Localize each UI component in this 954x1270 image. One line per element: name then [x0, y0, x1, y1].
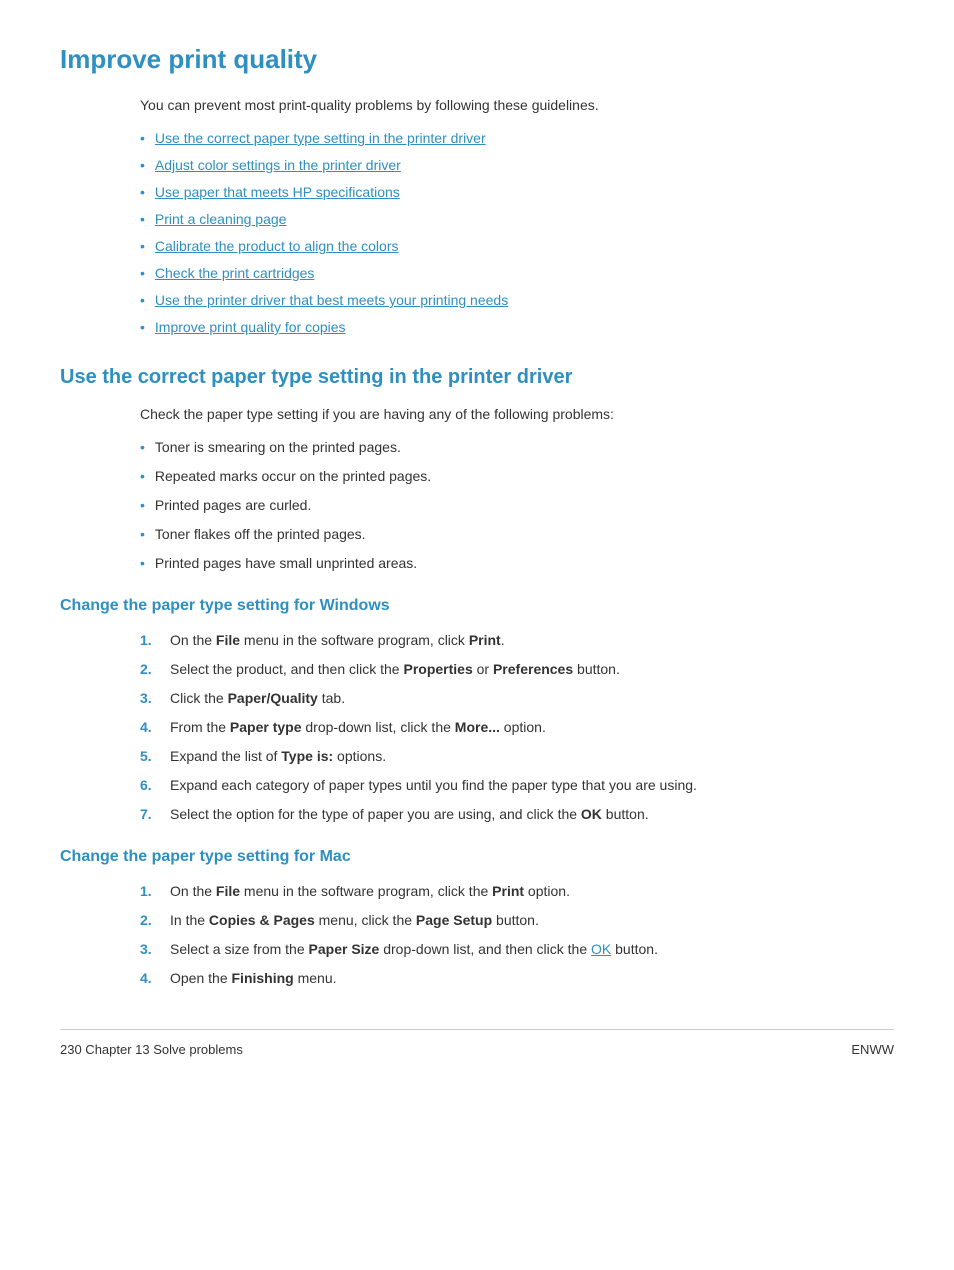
toc-item[interactable]: Use the printer driver that best meets y…: [140, 290, 894, 311]
step-item: 1. On the File menu in the software prog…: [140, 881, 894, 902]
problem-item: Printed pages are curled.: [140, 495, 894, 516]
step-item: 2. In the Copies & Pages menu, click the…: [140, 910, 894, 931]
footer-right: ENWW: [851, 1040, 894, 1060]
problem-item: Toner is smearing on the printed pages.: [140, 437, 894, 458]
toc-link-2[interactable]: Adjust color settings in the printer dri…: [155, 155, 401, 176]
problem-item: Repeated marks occur on the printed page…: [140, 466, 894, 487]
footer-left: 230 Chapter 13 Solve problems: [60, 1040, 243, 1060]
problems-list: Toner is smearing on the printed pages. …: [140, 437, 894, 574]
toc-item[interactable]: Adjust color settings in the printer dri…: [140, 155, 894, 176]
step-item: 3. Click the Paper/Quality tab.: [140, 688, 894, 709]
toc-link-5[interactable]: Calibrate the product to align the color…: [155, 236, 399, 257]
windows-steps: 1. On the File menu in the software prog…: [140, 630, 894, 825]
problem-item: Toner flakes off the printed pages.: [140, 524, 894, 545]
toc-link-3[interactable]: Use paper that meets HP specifications: [155, 182, 400, 203]
toc-link-6[interactable]: Check the print cartridges: [155, 263, 315, 284]
section1-title: Use the correct paper type setting in th…: [60, 362, 894, 392]
page-footer: 230 Chapter 13 Solve problems ENWW: [60, 1029, 894, 1060]
intro-text: You can prevent most print-quality probl…: [140, 95, 894, 116]
step-item: 5. Expand the list of Type is: options.: [140, 746, 894, 767]
toc-link-8[interactable]: Improve print quality for copies: [155, 317, 346, 338]
section1-intro: Check the paper type setting if you are …: [140, 404, 894, 425]
toc-link-1[interactable]: Use the correct paper type setting in th…: [155, 128, 486, 149]
step-item: 4. From the Paper type drop-down list, c…: [140, 717, 894, 738]
step-item: 4. Open the Finishing menu.: [140, 968, 894, 989]
subsection-mac-title: Change the paper type setting for Mac: [60, 845, 894, 869]
toc-item[interactable]: Check the print cartridges: [140, 263, 894, 284]
problem-item: Printed pages have small unprinted areas…: [140, 553, 894, 574]
toc-link-7[interactable]: Use the printer driver that best meets y…: [155, 290, 508, 311]
toc-item[interactable]: Improve print quality for copies: [140, 317, 894, 338]
step-item: 7. Select the option for the type of pap…: [140, 804, 894, 825]
toc-item[interactable]: Use paper that meets HP specifications: [140, 182, 894, 203]
mac-steps: 1. On the File menu in the software prog…: [140, 881, 894, 989]
step-item: 3. Select a size from the Paper Size dro…: [140, 939, 894, 960]
toc-item[interactable]: Print a cleaning page: [140, 209, 894, 230]
toc-list: Use the correct paper type setting in th…: [140, 128, 894, 338]
step-item: 6. Expand each category of paper types u…: [140, 775, 894, 796]
toc-item[interactable]: Use the correct paper type setting in th…: [140, 128, 894, 149]
subsection-windows-title: Change the paper type setting for Window…: [60, 594, 894, 618]
step-item: 2. Select the product, and then click th…: [140, 659, 894, 680]
page-title: Improve print quality: [60, 40, 894, 79]
step-item: 1. On the File menu in the software prog…: [140, 630, 894, 651]
toc-link-4[interactable]: Print a cleaning page: [155, 209, 287, 230]
toc-item[interactable]: Calibrate the product to align the color…: [140, 236, 894, 257]
